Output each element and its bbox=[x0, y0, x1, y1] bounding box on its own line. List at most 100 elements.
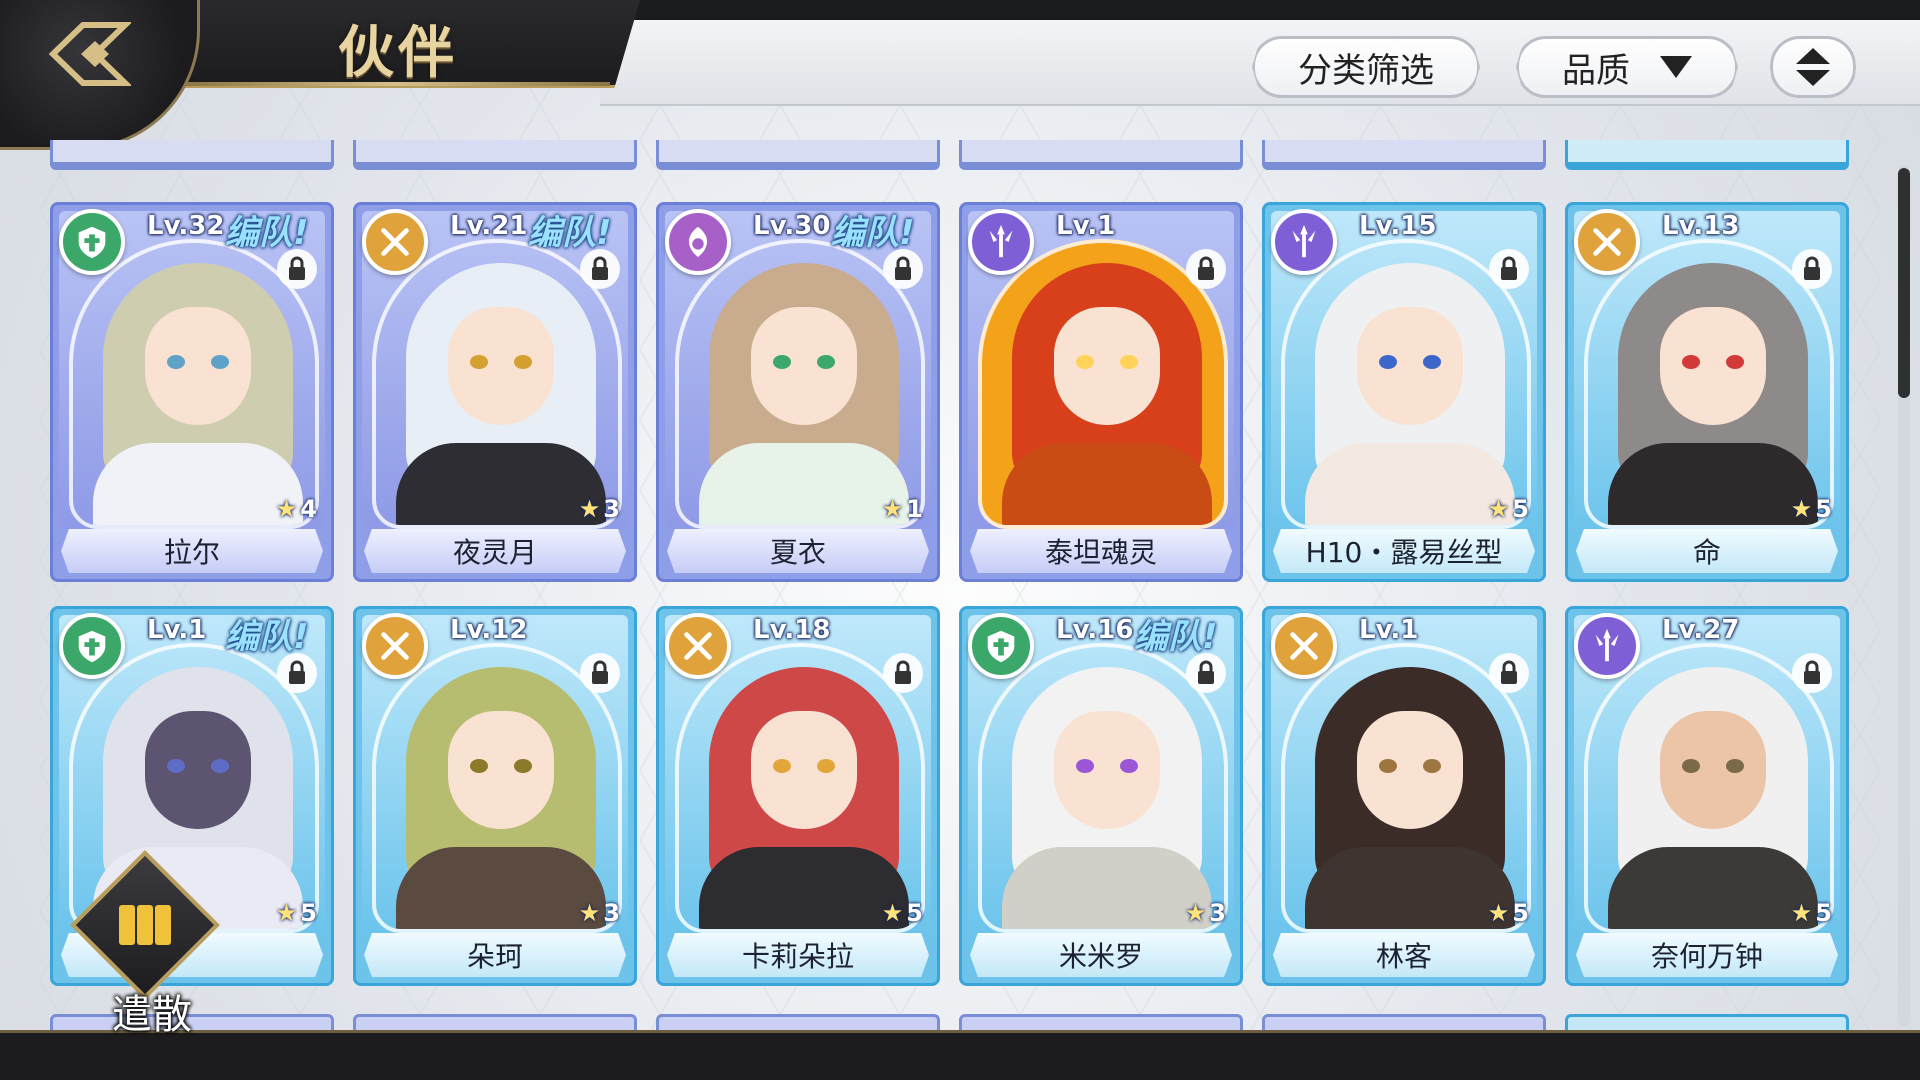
category-filter-button[interactable]: 分类筛选 bbox=[1252, 36, 1480, 98]
lock-icon[interactable] bbox=[580, 653, 620, 693]
level-label: Lv.15 bbox=[1359, 211, 1437, 241]
level-label: Lv.27 bbox=[1662, 615, 1740, 645]
character-name: 夜灵月 bbox=[364, 529, 626, 573]
star-count: 5 bbox=[906, 899, 923, 927]
character-name: 米米罗 bbox=[970, 933, 1232, 977]
level-label: Lv.21 bbox=[450, 211, 528, 241]
star-rating: ★ 3 bbox=[1185, 899, 1226, 927]
character-name: 泰坦魂灵 bbox=[970, 529, 1232, 573]
character-name: 拉尔 bbox=[61, 529, 323, 573]
character-name: 朵珂 bbox=[364, 933, 626, 977]
star-count: 3 bbox=[603, 899, 620, 927]
level-label: Lv.1 bbox=[1056, 211, 1116, 241]
star-icon: ★ bbox=[578, 495, 601, 523]
sort-order-toggle[interactable] bbox=[1770, 36, 1856, 98]
lock-icon[interactable] bbox=[1489, 653, 1529, 693]
partner-card[interactable]: Lv.21 编队! ★ 3 夜灵月 bbox=[353, 202, 637, 582]
category-filter-label: 分类筛选 bbox=[1298, 50, 1434, 91]
dismiss-button[interactable]: 遣散 bbox=[70, 850, 222, 1038]
partner-card[interactable]: Lv.13 ★ 5 命 bbox=[1565, 202, 1849, 582]
card-partial-top bbox=[1565, 140, 1849, 170]
star-icon: ★ bbox=[881, 899, 904, 927]
star-count: 5 bbox=[1815, 899, 1832, 927]
character-portrait bbox=[1588, 243, 1830, 525]
star-icon: ★ bbox=[275, 495, 298, 523]
partner-card[interactable]: Lv.30 编队! ★ 1 夏衣 bbox=[656, 202, 940, 582]
character-portrait bbox=[376, 243, 618, 525]
star-count: 5 bbox=[1512, 899, 1529, 927]
star-count: 5 bbox=[1815, 495, 1832, 523]
crescent-flame-icon bbox=[665, 209, 731, 275]
star-rating: ★ 5 bbox=[1488, 495, 1529, 523]
star-count: 5 bbox=[1512, 495, 1529, 523]
character-portrait bbox=[982, 647, 1224, 929]
star-count: 3 bbox=[1209, 899, 1226, 927]
team-badge: 编队! bbox=[831, 213, 915, 253]
quality-sort-dropdown[interactable]: 品质 bbox=[1516, 36, 1738, 98]
partner-card[interactable]: Lv.18 ★ 5 卡莉朵拉 bbox=[656, 606, 940, 986]
character-portrait bbox=[982, 243, 1224, 525]
character-name: 奈何万钟 bbox=[1576, 933, 1838, 977]
sort-up-down-icon bbox=[1796, 48, 1830, 86]
shield-icon bbox=[59, 209, 125, 275]
lock-icon[interactable] bbox=[277, 249, 317, 289]
crossed-swords-icon bbox=[362, 613, 428, 679]
team-badge: 编队! bbox=[1134, 617, 1218, 657]
star-rating: ★ 3 bbox=[579, 495, 620, 523]
star-rating: ★ 5 bbox=[1791, 899, 1832, 927]
level-label: Lv.13 bbox=[1662, 211, 1740, 241]
level-label: Lv.12 bbox=[450, 615, 528, 645]
star-rating: ★ 4 bbox=[276, 495, 317, 523]
partner-card[interactable]: Lv.1 ★ 泰坦魂灵 bbox=[959, 202, 1243, 582]
lock-icon[interactable] bbox=[1186, 249, 1226, 289]
character-portrait bbox=[73, 243, 315, 525]
level-label: Lv.18 bbox=[753, 615, 831, 645]
star-rating: ★ 5 bbox=[882, 899, 923, 927]
lock-icon[interactable] bbox=[1792, 653, 1832, 693]
character-portrait bbox=[1588, 647, 1830, 929]
partner-card[interactable]: Lv.15 ★ 5 H10・露易丝型 bbox=[1262, 202, 1546, 582]
level-label: Lv.1 bbox=[147, 615, 207, 645]
character-portrait bbox=[679, 647, 921, 929]
character-portrait bbox=[376, 647, 618, 929]
partner-card[interactable]: Lv.1 ★ 5 林客 bbox=[1262, 606, 1546, 986]
level-label: Lv.1 bbox=[1359, 615, 1419, 645]
card-partial-top bbox=[959, 140, 1243, 170]
level-label: Lv.32 bbox=[147, 211, 225, 241]
crossed-swords-icon bbox=[362, 209, 428, 275]
lock-icon[interactable] bbox=[580, 249, 620, 289]
star-rating: ★ 5 bbox=[1791, 495, 1832, 523]
lock-icon[interactable] bbox=[1186, 653, 1226, 693]
card-partial-top bbox=[656, 140, 940, 170]
footer-bar bbox=[0, 1030, 1920, 1080]
star-rating: ★ 5 bbox=[276, 899, 317, 927]
star-icon: ★ bbox=[1487, 899, 1510, 927]
star-icon: ★ bbox=[275, 899, 298, 927]
team-badge: 编队! bbox=[225, 213, 309, 253]
trident-icon bbox=[968, 209, 1034, 275]
star-count: 5 bbox=[300, 899, 317, 927]
star-icon: ★ bbox=[1184, 899, 1207, 927]
lock-icon[interactable] bbox=[1489, 249, 1529, 289]
star-icon: ★ bbox=[1790, 495, 1813, 523]
character-name: 卡莉朵拉 bbox=[667, 933, 929, 977]
lock-icon[interactable] bbox=[1792, 249, 1832, 289]
lock-icon[interactable] bbox=[277, 653, 317, 693]
level-label: Lv.16 bbox=[1056, 615, 1134, 645]
scrollbar-thumb[interactable] bbox=[1898, 168, 1910, 398]
crossed-swords-icon bbox=[1574, 209, 1640, 275]
partner-card[interactable]: Lv.32 编队! ★ 4 拉尔 bbox=[50, 202, 334, 582]
trident-icon bbox=[1574, 613, 1640, 679]
lock-icon[interactable] bbox=[883, 653, 923, 693]
quality-sort-label: 品质 bbox=[1562, 50, 1630, 91]
shield-icon bbox=[59, 613, 125, 679]
partner-card[interactable]: Lv.27 ★ 5 奈何万钟 bbox=[1565, 606, 1849, 986]
team-badge: 编队! bbox=[528, 213, 612, 253]
card-partial-top bbox=[353, 140, 637, 170]
lock-icon[interactable] bbox=[883, 249, 923, 289]
star-count: 4 bbox=[300, 495, 317, 523]
partner-card[interactable]: Lv.16 编队! ★ 3 米米罗 bbox=[959, 606, 1243, 986]
back-arrow-icon bbox=[48, 21, 131, 86]
star-rating: ★ 1 bbox=[882, 495, 923, 523]
partner-card[interactable]: Lv.12 ★ 3 朵珂 bbox=[353, 606, 637, 986]
